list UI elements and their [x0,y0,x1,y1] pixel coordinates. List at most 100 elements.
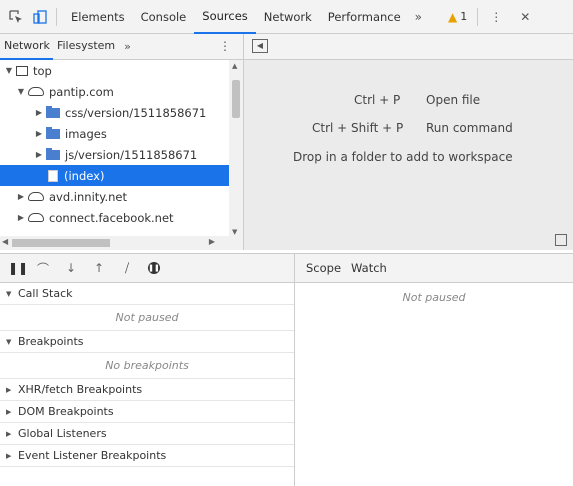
drop-folder-hint: Drop in a folder to add to workspace [293,150,513,164]
tree-vertical-scrollbar[interactable]: ▲ ▼ [229,60,243,236]
step-into-icon[interactable]: ↓ [64,261,78,275]
cloud-icon [28,213,44,222]
collapsed-arrow-icon: ▶ [6,385,12,394]
section-xhr-breakpoints[interactable]: ▶ XHR/fetch Breakpoints [0,379,294,401]
section-label: Call Stack [18,287,73,300]
collapsed-arrow-icon[interactable]: ▶ [34,129,44,138]
scrollbar-thumb[interactable] [12,239,110,247]
navigator-menu-button[interactable]: ⋮ [219,39,231,53]
step-over-icon[interactable]: ⌒ [36,260,50,277]
section-label: Event Listener Breakpoints [18,449,167,462]
tree-item-top[interactable]: ▼ top [0,60,243,81]
section-label: Global Listeners [18,427,107,440]
collapsed-arrow-icon: ▶ [6,451,12,460]
tree-item-label: (index) [64,168,105,183]
scroll-down-arrow-icon[interactable]: ▼ [232,228,237,236]
tree-horizontal-scrollbar[interactable]: ◀ ▶ [0,236,244,250]
devtools-toolbar: Elements Console Sources Network Perform… [0,0,573,34]
tab-elements[interactable]: Elements [63,0,133,34]
section-global-listeners[interactable]: ▶ Global Listeners [0,423,294,445]
tree-item-domain[interactable]: ▼ pantip.com [0,81,243,102]
tree-item-folder[interactable]: ▶ images [0,123,243,144]
file-icon [48,169,58,182]
editor-tab-bar: ◀ [244,34,573,60]
tab-filesystem[interactable]: Filesystem [53,34,118,60]
scope-status: Not paused [402,290,466,304]
scroll-right-arrow-icon[interactable]: ▶ [209,237,215,246]
tab-scope[interactable]: Scope [303,261,344,275]
toolbar-divider [477,7,479,26]
section-label: DOM Breakpoints [18,405,114,418]
tab-watch[interactable]: Watch [348,261,390,275]
customize-menu-button[interactable]: ⋮ [484,10,508,24]
tab-sources[interactable]: Sources [194,0,256,34]
tab-network-navigator[interactable]: Network [0,34,53,60]
tree-item-folder[interactable]: ▶ css/version/1511858671 [0,102,243,123]
device-toolbar-icon[interactable] [30,7,50,27]
folder-icon [46,126,60,139]
collapsed-arrow-icon: ▶ [6,407,12,416]
collapsed-arrow-icon[interactable]: ▶ [34,150,44,159]
shortcut-run-command: Ctrl + Shift + P [312,121,404,135]
close-devtools-button[interactable]: ✕ [514,10,536,24]
toggle-navigator-icon[interactable]: ◀ [252,39,268,53]
folder-icon [46,147,60,160]
tab-console[interactable]: Console [133,0,195,34]
label-run-command: Run command [426,121,513,135]
scrollbar-thumb[interactable] [232,80,240,118]
frame-icon [16,65,28,76]
navigator-tabs: Network Filesystem » ⋮ [0,34,244,60]
section-label: Breakpoints [18,335,84,348]
toggle-debugger-icon[interactable] [555,234,567,246]
label-open-file: Open file [426,93,481,107]
debugger-sidebar: ▼ Call Stack Not paused ▼ Breakpoints No… [0,283,295,486]
section-call-stack[interactable]: ▼ Call Stack [0,283,294,305]
collapsed-arrow-icon[interactable]: ▶ [34,108,44,117]
tree-item-label: connect.facebook.net [49,210,174,225]
expanded-arrow-icon[interactable]: ▼ [4,66,14,75]
section-label: XHR/fetch Breakpoints [18,383,143,396]
call-stack-status: Not paused [0,305,294,331]
tree-item-label: top [33,63,52,78]
section-dom-breakpoints[interactable]: ▶ DOM Breakpoints [0,401,294,423]
file-tree: ▼ top ▼ pantip.com ▶ css/version/1511858… [0,60,244,236]
editor-placeholder: Ctrl + P Open file Ctrl + Shift + P Run … [244,60,573,250]
toolbar-divider [56,7,57,26]
tree-item-label: css/version/1511858671 [65,105,207,120]
section-event-listener-breakpoints[interactable]: ▶ Event Listener Breakpoints [0,445,294,467]
navigator-more-button[interactable]: » [118,40,137,53]
warnings-counter[interactable]: ▲ 1 [444,10,471,24]
collapsed-arrow-icon[interactable]: ▶ [16,192,26,201]
cloud-icon [28,192,44,201]
scroll-up-arrow-icon[interactable]: ▲ [232,62,237,70]
tab-performance[interactable]: Performance [320,0,409,34]
collapsed-arrow-icon[interactable]: ▶ [16,213,26,222]
expanded-arrow-icon[interactable]: ▼ [16,87,26,96]
cloud-icon [28,87,44,96]
tree-item-folder[interactable]: ▶ js/version/1511858671 [0,144,243,165]
pause-on-exceptions-icon[interactable]: ❚❚ [148,262,160,274]
expanded-arrow-icon: ▼ [6,289,12,298]
breakpoints-status: No breakpoints [0,353,294,379]
shortcut-open-file: Ctrl + P [354,93,401,107]
tree-item-label: avd.innity.net [49,189,127,204]
warning-count: 1 [460,10,468,23]
tree-item-label: js/version/1511858671 [65,147,198,162]
deactivate-breakpoints-icon[interactable]: ⧸ [120,261,134,276]
expanded-arrow-icon: ▼ [6,337,12,346]
tab-network[interactable]: Network [256,0,320,34]
scroll-left-arrow-icon[interactable]: ◀ [2,237,8,246]
scope-watch-tabs: Scope Watch [295,253,573,283]
collapsed-arrow-icon: ▶ [6,429,12,438]
pause-icon[interactable]: ❚❚ [8,261,28,275]
tree-item-index-file[interactable]: (index) [0,165,229,186]
tree-item-domain[interactable]: ▶ connect.facebook.net [0,207,243,228]
inspect-element-icon[interactable] [6,7,26,27]
section-breakpoints[interactable]: ▼ Breakpoints [0,331,294,353]
warning-icon: ▲ [448,9,458,24]
step-out-icon[interactable]: ↑ [92,261,106,275]
tree-item-label: pantip.com [49,84,114,99]
more-tabs-button[interactable]: » [409,10,428,24]
tree-item-domain[interactable]: ▶ avd.innity.net [0,186,243,207]
debugger-toolbar: ❚❚ ⌒ ↓ ↑ ⧸ ❚❚ [0,253,295,283]
